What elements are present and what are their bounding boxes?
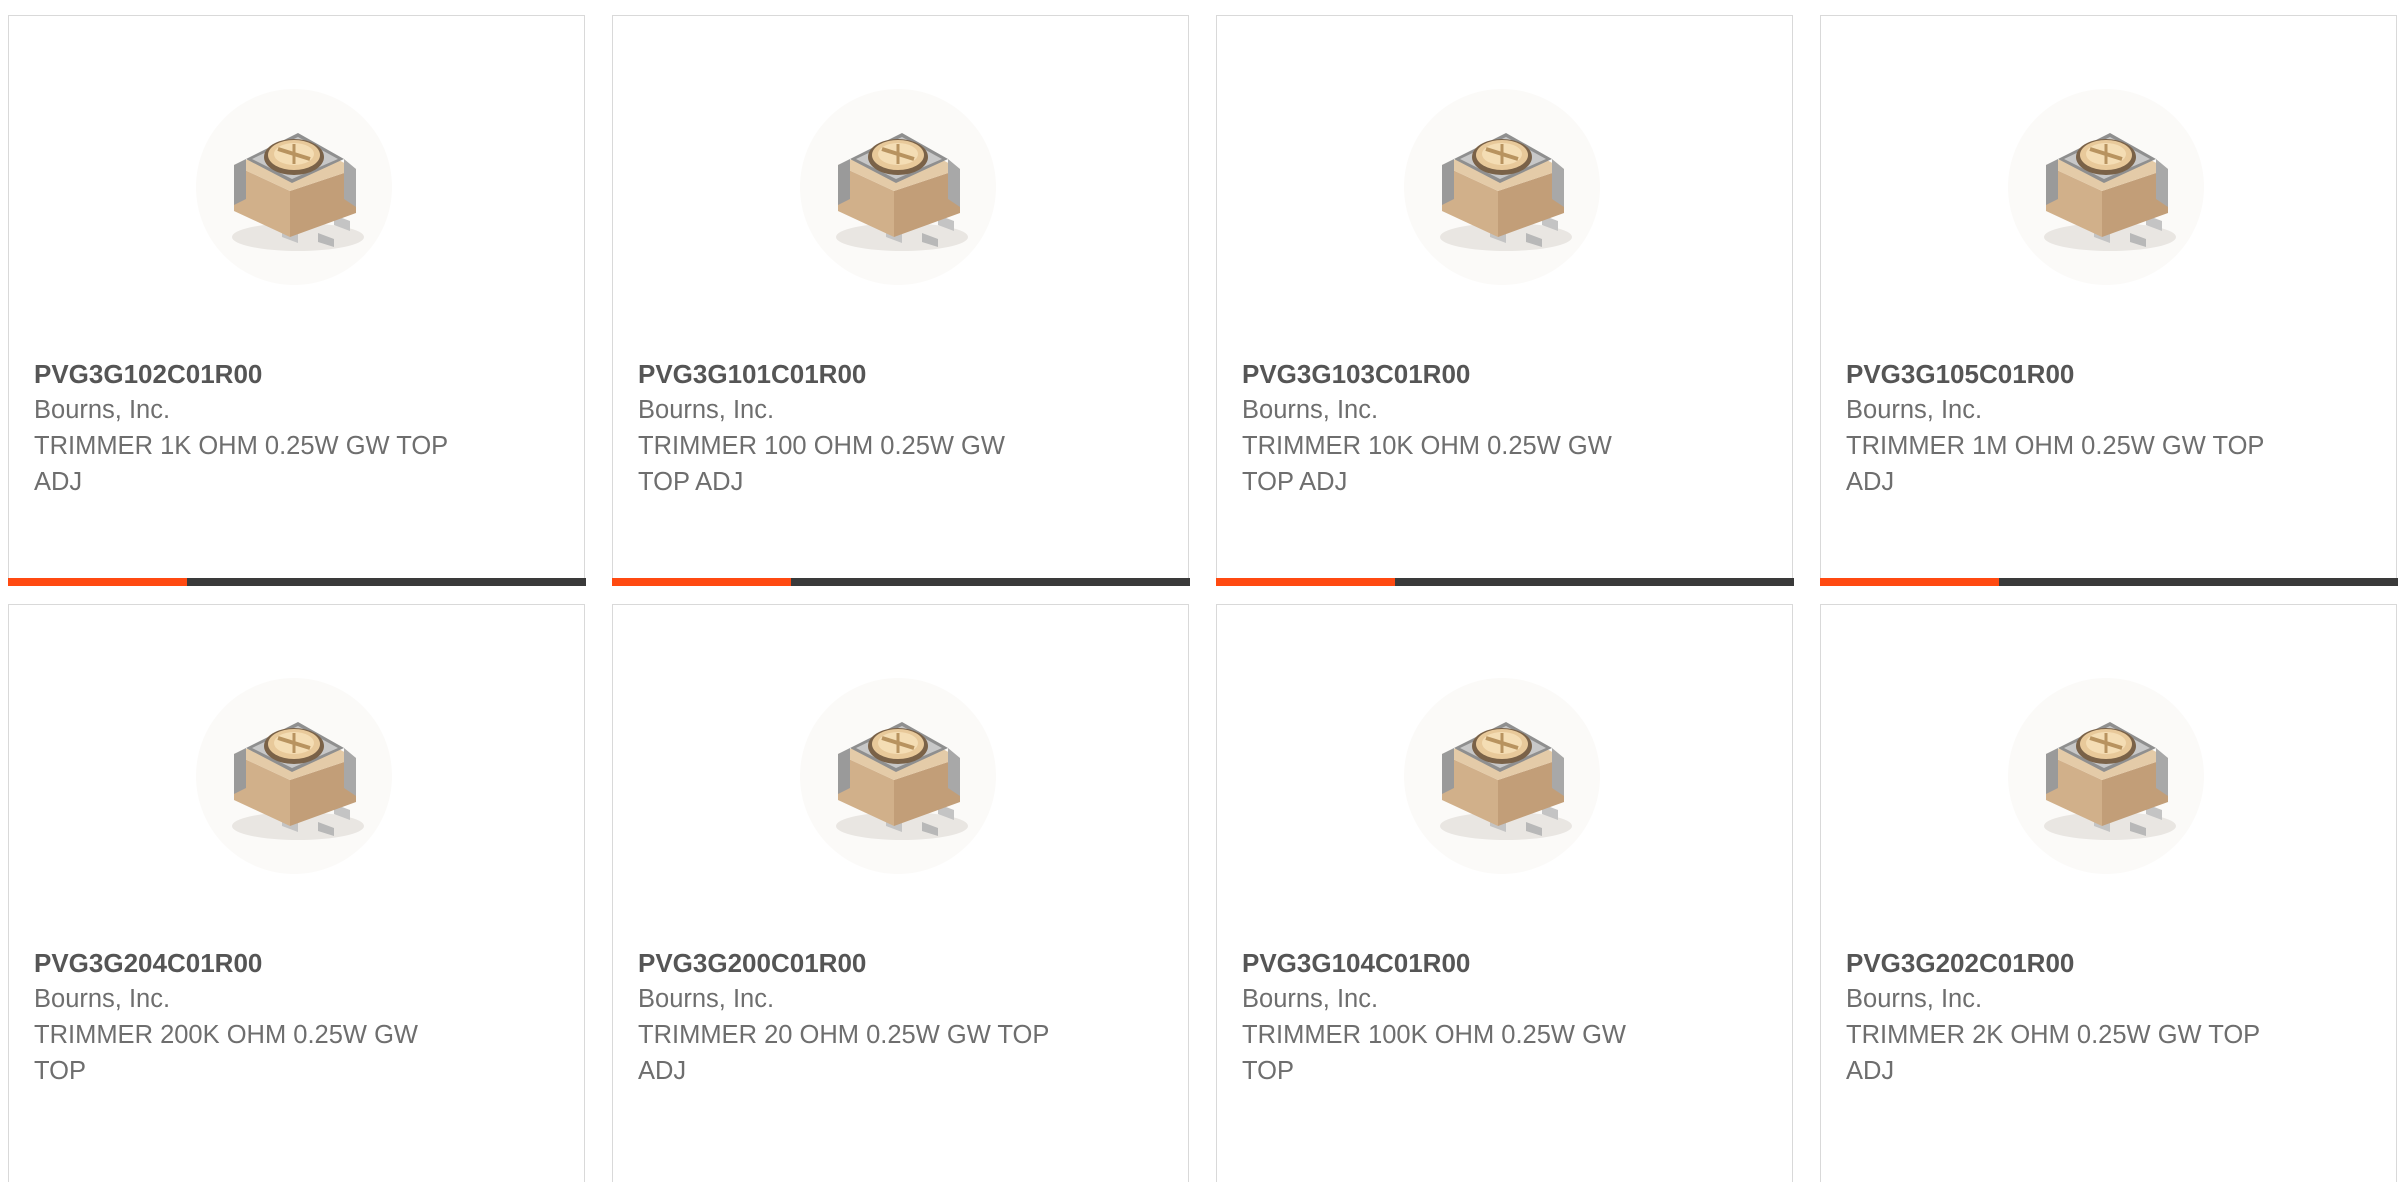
part-number-link[interactable]: PVG3G102C01R00 [34, 356, 454, 392]
product-info: PVG3G204C01R00 Bourns, Inc. TRIMMER 200K… [34, 945, 454, 1089]
product-info: PVG3G102C01R00 Bourns, Inc. TRIMMER 1K O… [34, 356, 454, 500]
trimmer-potentiometer-icon[interactable] [1402, 87, 1602, 287]
product-card[interactable]: PVG3G204C01R00 Bourns, Inc. TRIMMER 200K… [8, 604, 585, 1182]
product-info: PVG3G105C01R00 Bourns, Inc. TRIMMER 1M O… [1846, 356, 2266, 500]
part-number-link[interactable]: PVG3G101C01R00 [638, 356, 1058, 392]
progress-bar-fill [1215, 577, 1395, 586]
product-description: TRIMMER 200K OHM 0.25W GW TOP [34, 1021, 418, 1085]
progress-bar-fill [7, 577, 187, 586]
trimmer-potentiometer-icon[interactable] [194, 676, 394, 876]
product-card[interactable]: PVG3G104C01R00 Bourns, Inc. TRIMMER 100K… [1216, 604, 1793, 1182]
part-number-link[interactable]: PVG3G202C01R00 [1846, 945, 2266, 981]
product-info: PVG3G200C01R00 Bourns, Inc. TRIMMER 20 O… [638, 945, 1058, 1089]
product-info: PVG3G104C01R00 Bourns, Inc. TRIMMER 100K… [1242, 945, 1662, 1089]
product-card[interactable]: PVG3G200C01R00 Bourns, Inc. TRIMMER 20 O… [612, 604, 1189, 1182]
product-card[interactable]: PVG3G101C01R00 Bourns, Inc. TRIMMER 100 … [611, 15, 1190, 586]
trimmer-potentiometer-icon[interactable] [798, 676, 998, 876]
trimmer-potentiometer-icon[interactable] [194, 87, 394, 287]
part-number-link[interactable]: PVG3G104C01R00 [1242, 945, 1662, 981]
product-description: TRIMMER 1M OHM 0.25W GW TOP ADJ [1846, 432, 2264, 496]
trimmer-potentiometer-icon[interactable] [1402, 676, 1602, 876]
part-number-link[interactable]: PVG3G105C01R00 [1846, 356, 2266, 392]
trimmer-potentiometer-icon[interactable] [2006, 676, 2206, 876]
product-info: PVG3G103C01R00 Bourns, Inc. TRIMMER 10K … [1242, 356, 1662, 500]
manufacturer-name: Bourns, Inc. [1242, 985, 1379, 1013]
manufacturer-name: Bourns, Inc. [1846, 985, 1983, 1013]
product-description: TRIMMER 2K OHM 0.25W GW TOP ADJ [1846, 1021, 2260, 1085]
trimmer-potentiometer-icon[interactable] [798, 87, 998, 287]
product-card[interactable]: PVG3G202C01R00 Bourns, Inc. TRIMMER 2K O… [1820, 604, 2397, 1182]
part-number-link[interactable]: PVG3G103C01R00 [1242, 356, 1662, 392]
manufacturer-name: Bourns, Inc. [638, 396, 775, 424]
product-info: PVG3G101C01R00 Bourns, Inc. TRIMMER 100 … [638, 356, 1058, 500]
manufacturer-name: Bourns, Inc. [1846, 396, 1983, 424]
product-info: PVG3G202C01R00 Bourns, Inc. TRIMMER 2K O… [1846, 945, 2266, 1089]
product-card[interactable]: PVG3G102C01R00 Bourns, Inc. TRIMMER 1K O… [7, 15, 586, 586]
product-description: TRIMMER 100K OHM 0.25W GW TOP [1242, 1021, 1626, 1085]
progress-bar-fill [1819, 577, 1999, 586]
product-description: TRIMMER 10K OHM 0.25W GW TOP ADJ [1242, 432, 1612, 496]
product-description: TRIMMER 1K OHM 0.25W GW TOP ADJ [34, 432, 448, 496]
progress-bar-fill [611, 577, 791, 586]
progress-bar [1819, 577, 2398, 586]
product-card[interactable]: PVG3G105C01R00 Bourns, Inc. TRIMMER 1M O… [1819, 15, 2398, 586]
product-grid: PVG3G102C01R00 Bourns, Inc. TRIMMER 1K O… [7, 15, 2400, 1182]
manufacturer-name: Bourns, Inc. [34, 396, 171, 424]
trimmer-potentiometer-icon[interactable] [2006, 87, 2206, 287]
part-number-link[interactable]: PVG3G200C01R00 [638, 945, 1058, 981]
progress-bar [611, 577, 1190, 586]
product-card[interactable]: PVG3G103C01R00 Bourns, Inc. TRIMMER 10K … [1215, 15, 1794, 586]
progress-bar [7, 577, 586, 586]
product-description: TRIMMER 100 OHM 0.25W GW TOP ADJ [638, 432, 1005, 496]
part-number-link[interactable]: PVG3G204C01R00 [34, 945, 454, 981]
progress-bar [1215, 577, 1794, 586]
manufacturer-name: Bourns, Inc. [34, 985, 171, 1013]
manufacturer-name: Bourns, Inc. [1242, 396, 1379, 424]
manufacturer-name: Bourns, Inc. [638, 985, 775, 1013]
product-description: TRIMMER 20 OHM 0.25W GW TOP ADJ [638, 1021, 1049, 1085]
